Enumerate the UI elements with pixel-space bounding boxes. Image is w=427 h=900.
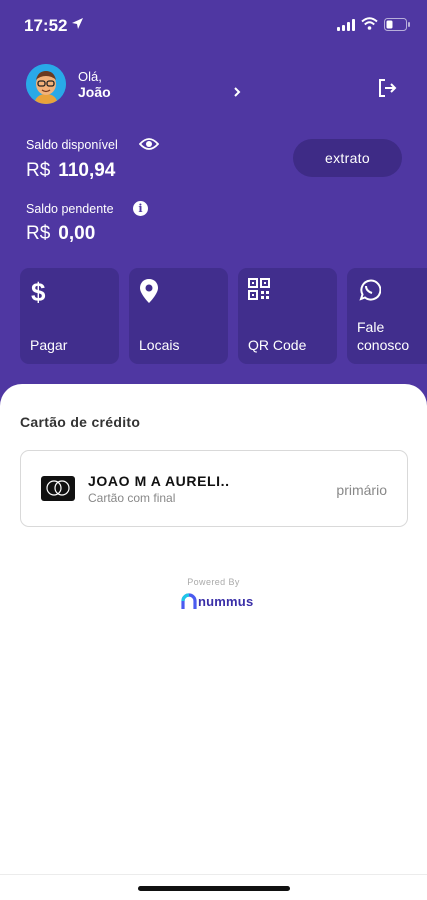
powered-by-text: Powered By [187, 577, 240, 587]
eye-icon[interactable] [139, 137, 159, 151]
available-balance-value: R$ 110,94 [26, 160, 115, 182]
status-bar: 17:52 [0, 0, 427, 50]
available-amount: 110,94 [58, 160, 116, 181]
whatsapp-icon [359, 279, 381, 301]
home-indicator[interactable] [138, 886, 290, 891]
action-pagar[interactable]: $ Pagar [20, 268, 119, 364]
divider [0, 874, 427, 875]
pending-amount: 0,00 [58, 223, 96, 244]
greeting-text: Olá, [78, 69, 102, 84]
qr-code-icon [248, 278, 270, 300]
avatar[interactable] [26, 64, 66, 104]
user-header[interactable]: Olá, João [26, 64, 406, 108]
info-icon[interactable]: i [133, 201, 148, 216]
logout-icon[interactable] [377, 78, 397, 98]
memoji-avatar-icon [26, 64, 66, 104]
header-panel: 17:52 Olá, João Saldo disponível R$ 110,… [0, 0, 427, 430]
dollar-icon: $ [31, 278, 46, 306]
pending-balance-value: R$ 0,00 [26, 223, 95, 245]
battery-icon [384, 18, 410, 31]
action-label: QR Code [248, 337, 307, 353]
credit-card-item[interactable]: JOAO M A AURELI.. Cartão com final primá… [20, 450, 408, 527]
bottom-sheet: Cartão de crédito JOAO M A AURELI.. Cart… [0, 384, 427, 900]
action-label: Pagar [30, 337, 68, 353]
card-primary-tag: primário [336, 482, 387, 498]
section-title: Cartão de crédito [20, 414, 141, 430]
extrato-button[interactable]: extrato [293, 139, 402, 177]
wifi-icon [361, 17, 378, 30]
action-label: Fale conosco [357, 319, 410, 353]
pending-balance-label: Saldo pendente [26, 202, 114, 216]
cellular-signal-icon [337, 19, 355, 31]
action-qr-code[interactable]: QR Code [238, 268, 337, 364]
chevron-right-icon[interactable] [233, 86, 241, 98]
card-brand-icon [41, 476, 75, 501]
brand-name: nummus [198, 594, 254, 609]
action-locais[interactable]: Locais [129, 268, 228, 364]
currency-symbol: R$ [26, 223, 51, 244]
card-subtitle: Cartão com final [88, 491, 176, 505]
location-pin-icon [140, 279, 158, 303]
status-time: 17:52 [24, 16, 68, 35]
action-label: Locais [139, 337, 180, 353]
card-holder-name: JOAO M A AURELI.. [88, 473, 230, 489]
user-name: João [78, 84, 111, 100]
action-fale-conosco[interactable]: Fale conosco [347, 268, 427, 364]
nummus-logo-icon [181, 593, 197, 609]
location-arrow-icon [72, 18, 83, 29]
quick-actions: $ Pagar Locais QR Code Fale conosco [20, 268, 427, 364]
currency-symbol: R$ [26, 160, 51, 181]
nummus-logo: nummus [181, 593, 261, 611]
svg-text:$: $ [31, 278, 46, 306]
available-balance-label: Saldo disponível [26, 138, 118, 152]
